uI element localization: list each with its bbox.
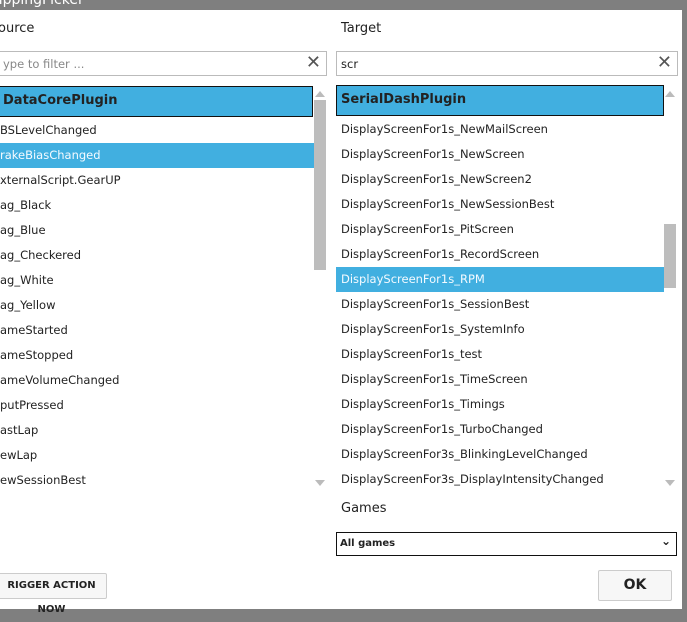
target-label: Target: [341, 21, 382, 36]
list-item[interactable]: ag_Checkered: [0, 243, 314, 268]
list-item[interactable]: xternalScript.GearUP: [0, 168, 314, 193]
mapping-picker-dialog: ource Target ype to filter ... ✕ scr ✕ D…: [0, 10, 682, 615]
list-item[interactable]: ag_Blue: [0, 218, 314, 243]
list-item[interactable]: DisplayScreenFor1s_NewScreen2: [336, 167, 664, 192]
list-item[interactable]: ameVolumeChanged: [0, 368, 314, 393]
target-filter-value: scr: [341, 57, 359, 71]
clear-target-filter-icon[interactable]: ✕: [657, 52, 672, 73]
trigger-action-button[interactable]: RIGGER ACTION NOW: [0, 573, 107, 615]
ok-button[interactable]: OK: [598, 570, 672, 601]
list-item[interactable]: DisplayScreenFor1s_SystemInfo: [336, 317, 664, 342]
list-item[interactable]: DisplayScreenFor1s_Timings: [336, 392, 664, 417]
list-item[interactable]: ag_White: [0, 268, 314, 293]
list-item[interactable]: putPressed: [0, 393, 314, 418]
list-item[interactable]: DisplayScreenFor1s_RPM: [336, 267, 664, 292]
list-item[interactable]: DisplayScreenFor1s_TurboChanged: [336, 417, 664, 442]
source-scroll-thumb[interactable]: [314, 100, 326, 270]
list-item[interactable]: DisplayScreenFor1s_TimeScreen: [336, 367, 664, 392]
list-item[interactable]: DisplayScreenFor3s_BlinkingLevelChanged: [336, 442, 664, 467]
games-dropdown[interactable]: All games ⌄: [336, 532, 677, 556]
scroll-up-icon[interactable]: [665, 91, 675, 97]
list-item[interactable]: DisplayScreenFor1s_NewScreen: [336, 142, 664, 167]
list-item[interactable]: DisplayScreenFor1s_RecordScreen: [336, 242, 664, 267]
source-list[interactable]: DataCorePlugin BSLevelChanged rakeBiasCha…: [0, 86, 327, 491]
target-scrollbar[interactable]: [664, 86, 677, 491]
list-item[interactable]: ewLap: [0, 443, 314, 468]
window-title: appingPicker: [0, 0, 84, 8]
list-item[interactable]: DisplayScreenFor1s_PitScreen: [336, 217, 664, 242]
source-scrollbar[interactable]: [314, 86, 327, 491]
list-item[interactable]: ag_Yellow: [0, 293, 314, 318]
source-label: ource: [0, 21, 35, 36]
list-item[interactable]: ewSessionBest: [0, 468, 314, 493]
source-filter-placeholder: ype to filter ...: [3, 57, 85, 71]
scroll-down-icon[interactable]: [665, 480, 675, 486]
list-item[interactable]: DisplayScreenFor1s_NewMailScreen: [336, 117, 664, 142]
scroll-down-icon[interactable]: [315, 480, 325, 486]
list-item[interactable]: DisplayScreenFor1s_test: [336, 342, 664, 367]
target-scroll-thumb[interactable]: [664, 224, 676, 288]
list-item[interactable]: ag_Black: [0, 193, 314, 218]
list-item[interactable]: rakeBiasChanged: [0, 143, 314, 168]
list-item[interactable]: astLap: [0, 418, 314, 443]
target-group-header[interactable]: SerialDashPlugin: [336, 85, 664, 116]
list-item[interactable]: DisplayScreenFor3s_DisplayIntensityChang…: [336, 467, 664, 492]
list-item[interactable]: DisplayScreenFor1s_NewSessionBest: [336, 192, 664, 217]
clear-source-filter-icon[interactable]: ✕: [306, 52, 321, 73]
games-selected: All games: [340, 538, 396, 549]
list-item[interactable]: DisplayScreenFor1s_SessionBest: [336, 292, 664, 317]
chevron-down-icon: ⌄: [660, 534, 671, 548]
list-item[interactable]: ameStarted: [0, 318, 314, 343]
target-filter-input[interactable]: scr ✕: [336, 51, 678, 76]
source-group-header[interactable]: DataCorePlugin: [0, 86, 313, 117]
list-item[interactable]: ameStopped: [0, 343, 314, 368]
list-item[interactable]: BSLevelChanged: [0, 118, 314, 143]
source-filter-input[interactable]: ype to filter ... ✕: [0, 51, 327, 76]
games-label: Games: [341, 501, 387, 516]
target-list[interactable]: SerialDashPlugin DisplayScreenFor1s_NewM…: [336, 85, 664, 490]
scroll-up-icon[interactable]: [315, 91, 325, 97]
